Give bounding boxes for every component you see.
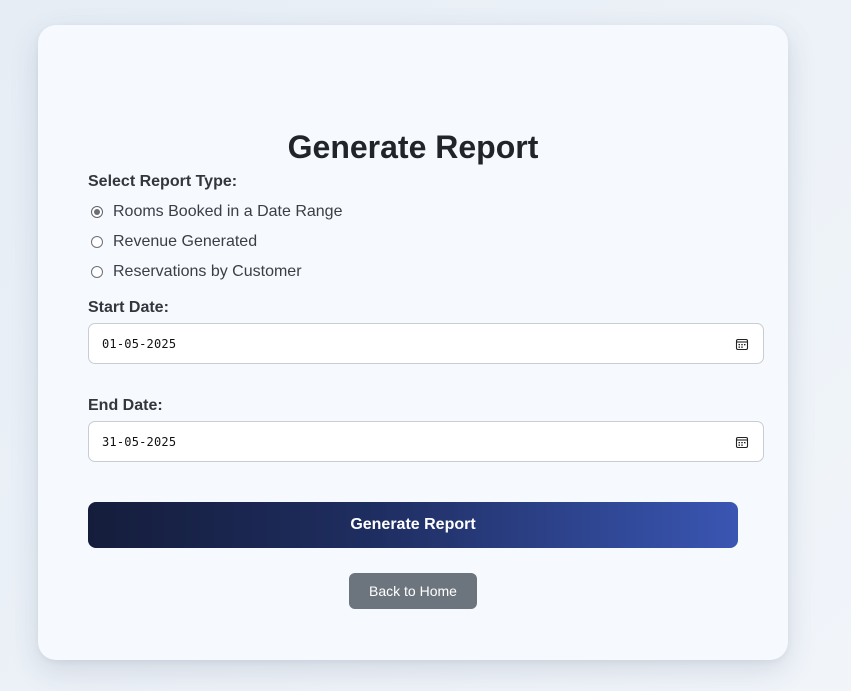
radio-label-revenue: Revenue Generated xyxy=(113,233,258,250)
radio-button-rooms-booked[interactable] xyxy=(91,206,103,218)
radio-option-rooms-booked[interactable]: Rooms Booked in a Date Range xyxy=(91,201,342,223)
report-card: Generate Report Select Report Type: Room… xyxy=(38,25,788,660)
radio-button-revenue[interactable] xyxy=(91,236,103,248)
calendar-icon[interactable] xyxy=(735,337,749,351)
calendar-icon[interactable] xyxy=(735,435,749,449)
end-date-label: End Date: xyxy=(88,397,163,414)
page-title: Generate Report xyxy=(287,129,539,165)
radio-option-reservations-by-customer[interactable]: Reservations by Customer xyxy=(91,261,302,283)
end-date-value[interactable]: 31-05-2025 xyxy=(102,435,735,449)
back-to-home-button[interactable]: Back to Home xyxy=(349,573,477,609)
start-date-input[interactable]: 01-05-2025 xyxy=(88,323,764,364)
report-type-label: Select Report Type: xyxy=(88,173,238,190)
radio-label-rooms-booked: Rooms Booked in a Date Range xyxy=(113,203,343,220)
start-date-label: Start Date: xyxy=(88,299,169,316)
end-date-input[interactable]: 31-05-2025 xyxy=(88,421,764,462)
generate-report-button[interactable]: Generate Report xyxy=(88,502,738,548)
radio-label-reservations-by-customer: Reservations by Customer xyxy=(113,263,302,280)
radio-option-revenue[interactable]: Revenue Generated xyxy=(91,231,257,253)
radio-button-reservations-by-customer[interactable] xyxy=(91,266,103,278)
start-date-value[interactable]: 01-05-2025 xyxy=(102,337,735,351)
